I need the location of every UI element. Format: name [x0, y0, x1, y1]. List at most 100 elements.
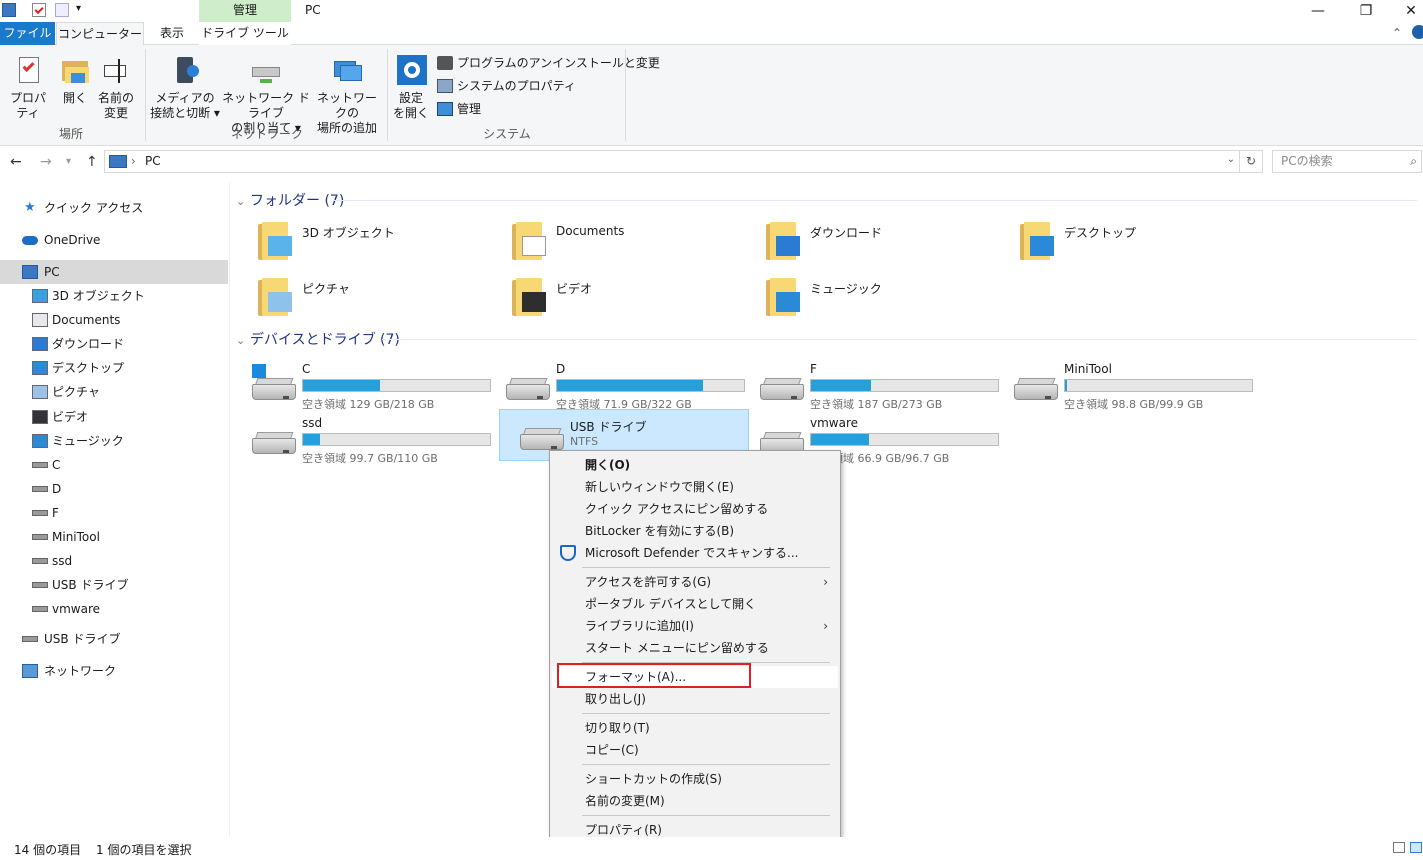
folder-item[interactable]: ダウンロード — [740, 218, 990, 270]
drive-usage-bar — [302, 433, 491, 446]
address-bar[interactable]: › PC ⌄ — [104, 150, 1240, 173]
breadcrumb-separator[interactable]: › — [131, 154, 136, 168]
minimize-button[interactable]: — — [1295, 0, 1341, 22]
nav-item[interactable]: ダウンロード — [0, 332, 228, 356]
address-dropdown-icon[interactable]: ⌄ — [1227, 154, 1235, 165]
pictures-icon — [32, 385, 48, 400]
nav-item[interactable]: MiniTool — [0, 525, 228, 549]
nav-onedrive[interactable]: OneDrive — [0, 228, 228, 252]
nav-item[interactable]: C — [0, 453, 228, 477]
open-settings-button[interactable]: 設定 を開く — [392, 55, 430, 121]
forward-arrow-icon[interactable]: → — [40, 154, 52, 170]
drive-item[interactable]: D 空き領域 71.9 GB/322 GB — [486, 360, 745, 412]
menu-cut[interactable]: 切り取り(T) — [552, 717, 838, 739]
system-properties-button[interactable]: システムのプロパティ — [437, 76, 576, 96]
tab-computer[interactable]: コンピューター — [56, 22, 144, 46]
folder-item[interactable]: ビデオ — [486, 274, 736, 326]
menu-bitlocker[interactable]: BitLocker を有効にする(B) — [552, 520, 838, 542]
group-separator — [145, 49, 146, 141]
menu-add-to-library[interactable]: ライブラリに追加(I) › — [552, 615, 838, 637]
nav-item[interactable]: ミュージック — [0, 429, 228, 453]
menu-create-shortcut[interactable]: ショートカットの作成(S) — [552, 768, 838, 790]
menu-rename[interactable]: 名前の変更(M) — [552, 790, 838, 812]
nav-item[interactable]: USB ドライブ — [0, 573, 228, 597]
nav-item[interactable]: ビデオ — [0, 405, 228, 429]
menu-pin-start[interactable]: スタート メニューにピン留めする — [552, 637, 838, 659]
window-title: PC — [305, 3, 321, 17]
recent-locations-icon[interactable]: ▾ — [66, 156, 71, 167]
menu-defender-scan[interactable]: Microsoft Defender でスキャンする... — [552, 542, 838, 564]
maximize-button[interactable]: ❐ — [1343, 0, 1389, 22]
properties-icon[interactable] — [32, 3, 46, 17]
properties-button[interactable]: プロパティ — [4, 55, 52, 121]
pane-divider[interactable] — [229, 182, 230, 837]
menu-separator — [582, 815, 830, 816]
pc-icon — [2, 3, 16, 17]
menu-eject[interactable]: 取り出し(J) — [552, 688, 838, 710]
refresh-button[interactable]: ↻ — [1240, 150, 1263, 173]
nav-item[interactable]: ssd — [0, 549, 228, 573]
usb-drive-icon — [22, 636, 38, 642]
customize-quick-access-icon[interactable]: ▾ — [76, 3, 81, 14]
folder-item[interactable]: Documents — [486, 218, 736, 270]
back-arrow-icon[interactable]: ← — [10, 154, 22, 170]
folder-item[interactable]: デスクトップ — [994, 218, 1244, 270]
drive-icon — [32, 534, 48, 540]
nav-pc[interactable]: PC — [0, 260, 228, 284]
up-arrow-icon[interactable]: ↑ — [86, 154, 98, 170]
new-folder-icon[interactable] — [55, 3, 69, 17]
collapse-ribbon-icon[interactable]: ⌃ — [1392, 26, 1402, 40]
nav-item[interactable]: Documents — [0, 308, 228, 332]
menu-open-portable[interactable]: ポータブル デバイスとして開く — [552, 593, 838, 615]
drive-item[interactable]: C 空き領域 129 GB/218 GB — [232, 360, 491, 412]
menu-open-new-window[interactable]: 新しいウィンドウで開く(E) — [552, 476, 838, 498]
folder-item[interactable]: 3D オブジェクト — [232, 218, 482, 270]
drive-item[interactable]: MiniTool 空き領域 98.8 GB/99.9 GB — [994, 360, 1253, 412]
folders-section-header[interactable]: ⌄ フォルダー (7) — [236, 190, 344, 210]
hard-drive-icon — [760, 378, 804, 404]
tab-view[interactable]: 表示 — [147, 22, 197, 45]
drives-section-header[interactable]: ⌄ デバイスとドライブ (7) — [236, 329, 400, 349]
uninstall-program-button[interactable]: プログラムのアンインストールと変更 — [437, 53, 660, 73]
menu-open[interactable]: 開く(O) — [552, 454, 838, 476]
drive-item[interactable]: ssd 空き領域 99.7 GB/110 GB — [232, 414, 491, 466]
map-network-drive-button[interactable]: ネットワーク ドライブ の割り当て ▾ — [220, 55, 312, 136]
rename-button[interactable]: 名前の 変更 — [96, 55, 136, 121]
nav-item[interactable]: 3D オブジェクト — [0, 284, 228, 308]
download-icon — [32, 337, 48, 352]
search-input[interactable]: PCの検索 ⌕ — [1272, 150, 1422, 173]
cube-icon — [32, 289, 48, 303]
pc-icon — [22, 265, 38, 279]
cube-icon — [268, 236, 292, 256]
nav-item[interactable]: F — [0, 501, 228, 525]
tab-drive-tools[interactable]: ドライブ ツール — [199, 22, 291, 45]
pc-icon — [109, 155, 127, 168]
drive-item[interactable]: F 空き領域 187 GB/273 GB — [740, 360, 999, 412]
nav-item[interactable]: ピクチャ — [0, 380, 228, 404]
media-connect-button[interactable]: メディアの 接続と切断 ▾ — [150, 55, 220, 121]
nav-network[interactable]: ネットワーク — [0, 659, 228, 683]
large-icons-view-icon[interactable] — [1410, 842, 1422, 853]
menu-give-access[interactable]: アクセスを許可する(G) › — [552, 571, 838, 593]
folder-item[interactable]: ピクチャ — [232, 274, 482, 326]
tab-file[interactable]: ファイル — [0, 22, 55, 45]
menu-pin-quick-access[interactable]: クイック アクセスにピン留めする — [552, 498, 838, 520]
details-view-icon[interactable] — [1393, 842, 1405, 853]
help-icon[interactable] — [1412, 25, 1423, 39]
nav-item[interactable]: D — [0, 477, 228, 501]
manage-button[interactable]: 管理 — [437, 99, 481, 119]
open-button[interactable]: 開く — [56, 55, 94, 106]
format-highlight-box — [557, 663, 751, 688]
nav-quick-access[interactable]: ★ クイック アクセス — [0, 196, 228, 220]
network-location-icon — [331, 55, 363, 87]
folder-item[interactable]: ミュージック — [740, 274, 990, 326]
chevron-right-icon: › — [823, 575, 828, 589]
close-button[interactable]: ✕ — [1388, 0, 1423, 22]
nav-item[interactable]: デスクトップ — [0, 356, 228, 380]
nav-item[interactable]: vmware — [0, 597, 228, 621]
menu-copy[interactable]: コピー(C) — [552, 739, 838, 761]
breadcrumb-pc[interactable]: PC — [145, 154, 161, 168]
media-server-icon — [169, 55, 201, 87]
add-network-location-button[interactable]: ネットワークの 場所の追加 — [314, 55, 380, 136]
nav-usb-drive[interactable]: USB ドライブ — [0, 627, 228, 651]
